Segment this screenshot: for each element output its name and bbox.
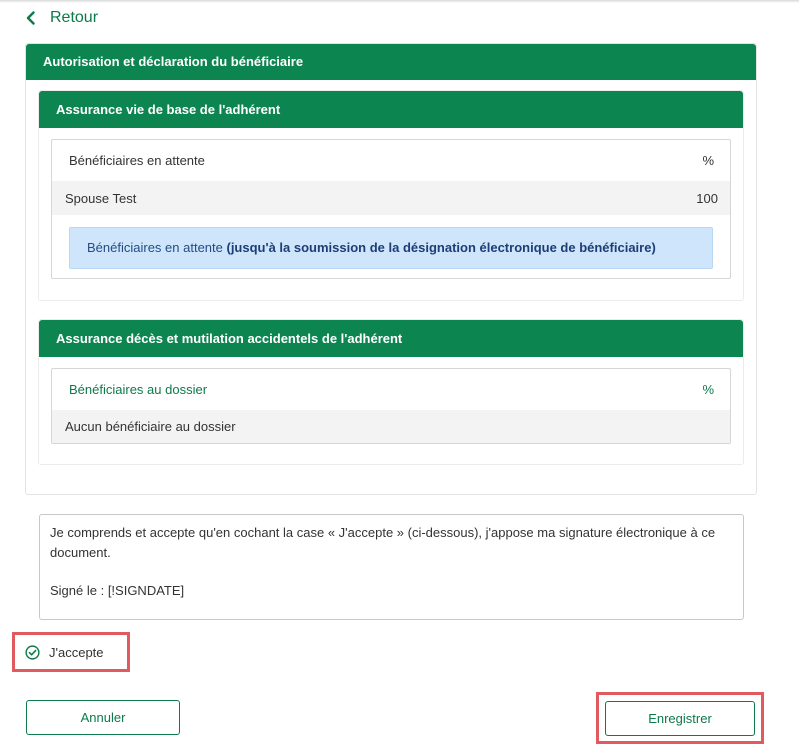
add-insurance-section: Assurance décès et mutilation accidentel… — [38, 319, 744, 465]
note-text: Bénéficiaires en attente — [87, 240, 227, 255]
table-header: Bénéficiaires au dossier % — [52, 369, 730, 410]
basic-life-title: Assurance vie de base de l'adhérent — [39, 91, 743, 128]
legal-statement-box: Je comprends et accepte qu'en cochant la… — [39, 514, 744, 620]
accept-checkbox[interactable]: J'accepte — [12, 632, 130, 672]
basic-life-section: Assurance vie de base de l'adhérent Béné… — [38, 90, 744, 301]
cancel-button[interactable]: Annuler — [26, 700, 180, 735]
legal-text: Je comprends et accepte qu'en cochant la… — [50, 525, 716, 560]
save-button[interactable]: Enregistrer — [605, 701, 755, 736]
beneficiary-name: Spouse Test — [65, 190, 137, 206]
panel-title: Autorisation et déclaration du bénéficia… — [26, 44, 756, 80]
header-percent: % — [702, 153, 714, 168]
check-circle-icon — [25, 644, 40, 660]
table-row: Spouse Test 100 — [52, 181, 730, 215]
top-shadow — [0, 0, 799, 3]
table-row: Aucun bénéficiaire au dossier — [52, 410, 730, 443]
header-label: Bénéficiaires au dossier — [69, 382, 208, 397]
note-bold-text: (jusqu'à la soumission de la désignation… — [226, 240, 656, 255]
pending-info-note: Bénéficiaires en attente (jusqu'à la sou… — [69, 227, 713, 269]
signed-date: Signé le : [!SIGNDATE] — [50, 583, 185, 598]
header-percent: % — [702, 382, 714, 397]
chevron-left-icon — [26, 11, 35, 25]
header-label: Bénéficiaires en attente — [69, 153, 205, 168]
add-insurance-title: Assurance décès et mutilation accidentel… — [39, 320, 743, 357]
accept-label: J'accepte — [49, 644, 104, 660]
save-button-highlight: Enregistrer — [596, 692, 764, 744]
beneficiary-percent: 100 — [696, 190, 718, 206]
empty-text: Aucun bénéficiaire au dossier — [65, 419, 236, 434]
beneficiaries-on-file-table: Bénéficiaires au dossier % Aucun bénéfic… — [51, 368, 731, 444]
table-header: Bénéficiaires en attente % — [52, 140, 730, 181]
beneficiary-declaration-panel: Autorisation et déclaration du bénéficia… — [25, 43, 757, 495]
pending-beneficiaries-table: Bénéficiaires en attente % Spouse Test 1… — [51, 139, 731, 279]
back-label: Retour — [50, 9, 99, 26]
back-link[interactable]: Retour — [24, 6, 98, 30]
